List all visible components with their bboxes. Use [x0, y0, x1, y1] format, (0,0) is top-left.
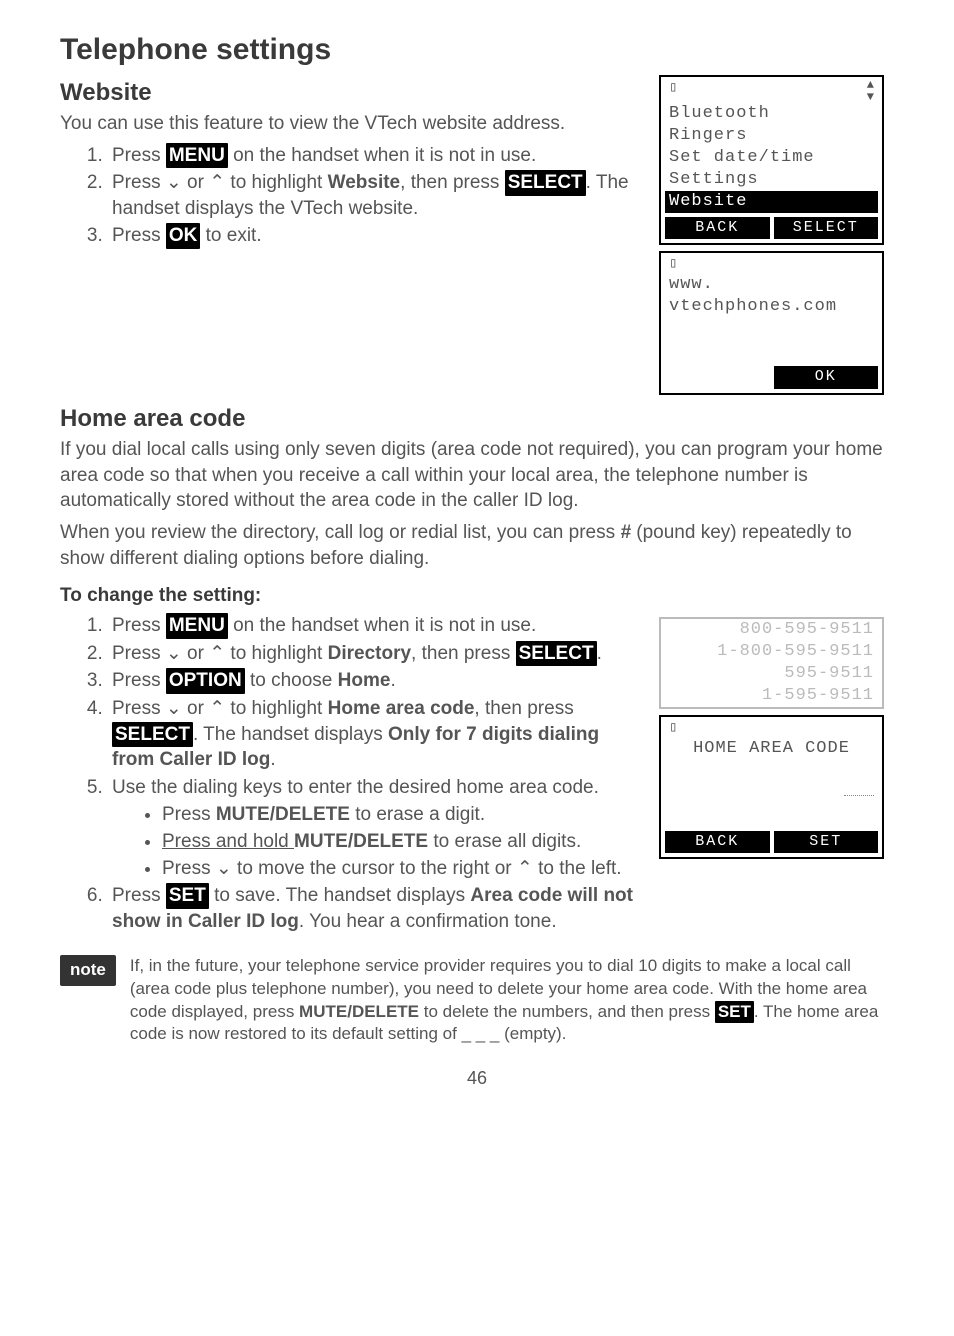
down-caret-icon: ⌄ [166, 172, 182, 193]
dial-option: 1-595-9511 [661, 685, 882, 707]
select-button: SELECT [112, 722, 193, 748]
dial-option: 595-9511 [661, 663, 882, 685]
select-button: SELECT [505, 170, 586, 196]
softkey-set: SET [774, 831, 879, 853]
down-caret-icon: ⌄ [166, 643, 182, 664]
battery-icon [669, 255, 677, 274]
softkey-ok: OK [774, 366, 879, 388]
note-label: note [60, 955, 116, 986]
home-heading: Home area code [60, 403, 894, 435]
home-step-5a: Press MUTE/DELETE to erase a digit. [162, 802, 643, 828]
website-steps: Press MENU on the handset when it is not… [60, 143, 643, 250]
up-caret-icon: ⌃ [517, 858, 533, 879]
hac-title: HOME AREA CODE [661, 738, 882, 760]
menu-item: Ringers [661, 125, 882, 147]
home-p2: When you review the directory, call log … [60, 520, 894, 571]
select-button: SELECT [516, 641, 597, 667]
softkey-back: BACK [665, 831, 770, 853]
lcd-dial-options: 800-595-9511 1-800-595-9511 595-9511 1-5… [659, 617, 884, 709]
menu-button: MENU [166, 613, 228, 639]
home-step-2: Press ⌄ or ⌃ to highlight Directory, the… [108, 641, 643, 667]
home-steps: Press MENU on the handset when it is not… [60, 613, 643, 935]
home-step-5: Use the dialing keys to enter the desire… [108, 775, 643, 882]
website-heading: Website [60, 77, 643, 109]
up-caret-icon: ⌃ [209, 643, 225, 664]
website-step-2: Press ⌄ or ⌃ to highlight Website, then … [108, 170, 643, 221]
menu-item: Bluetooth [661, 103, 882, 125]
home-p1: If you dial local calls using only seven… [60, 437, 894, 514]
website-step-1: Press MENU on the handset when it is not… [108, 143, 643, 169]
option-button: OPTION [166, 668, 245, 694]
menu-item: Set date/time [661, 147, 882, 169]
note-text: If, in the future, your telephone servic… [130, 955, 894, 1047]
battery-icon [669, 719, 677, 738]
page-number: 46 [60, 1066, 894, 1090]
set-button: SET [715, 1001, 754, 1024]
website-line2: vtechphones.com [661, 296, 882, 318]
home-step-5b: Press and hold MUTE/DELETE to erase all … [162, 829, 643, 855]
set-button: SET [166, 883, 209, 909]
website-line1: www. [661, 274, 882, 296]
menu-button: MENU [166, 143, 228, 169]
lcd-menu-screen: ▲▼ Bluetooth Ringers Set date/time Setti… [659, 75, 884, 246]
battery-icon [669, 79, 677, 103]
dial-option: 800-595-9511 [661, 619, 882, 641]
lcd-website-screen: www. vtechphones.com OK [659, 251, 884, 395]
home-step-3: Press OPTION to choose Home. [108, 668, 643, 694]
up-caret-icon: ⌃ [209, 172, 225, 193]
home-step-1: Press MENU on the handset when it is not… [108, 613, 643, 639]
down-caret-icon: ⌄ [216, 858, 232, 879]
up-caret-icon: ⌃ [209, 698, 225, 719]
home-step-6: Press SET to save. The handset displays … [108, 883, 643, 934]
home-step-4: Press ⌄ or ⌃ to highlight Home area code… [108, 696, 643, 773]
softkey-back: BACK [665, 217, 770, 239]
softkey-select: SELECT [774, 217, 879, 239]
ok-button: OK [166, 223, 201, 249]
menu-item-selected: Website [665, 191, 878, 213]
website-step-3: Press OK to exit. [108, 223, 643, 249]
menu-item: Settings [661, 169, 882, 191]
change-heading: To change the setting: [60, 583, 894, 609]
page-title: Telephone settings [60, 30, 894, 71]
dial-option: 1-800-595-9511 [661, 641, 882, 663]
home-step-5c: Press ⌄ to move the cursor to the right … [162, 856, 643, 882]
hac-input [661, 782, 882, 804]
lcd-home-area-code: HOME AREA CODE BACK SET [659, 715, 884, 859]
scroll-arrows-icon: ▲▼ [867, 79, 874, 103]
website-intro: You can use this feature to view the VTe… [60, 111, 643, 137]
down-caret-icon: ⌄ [166, 698, 182, 719]
